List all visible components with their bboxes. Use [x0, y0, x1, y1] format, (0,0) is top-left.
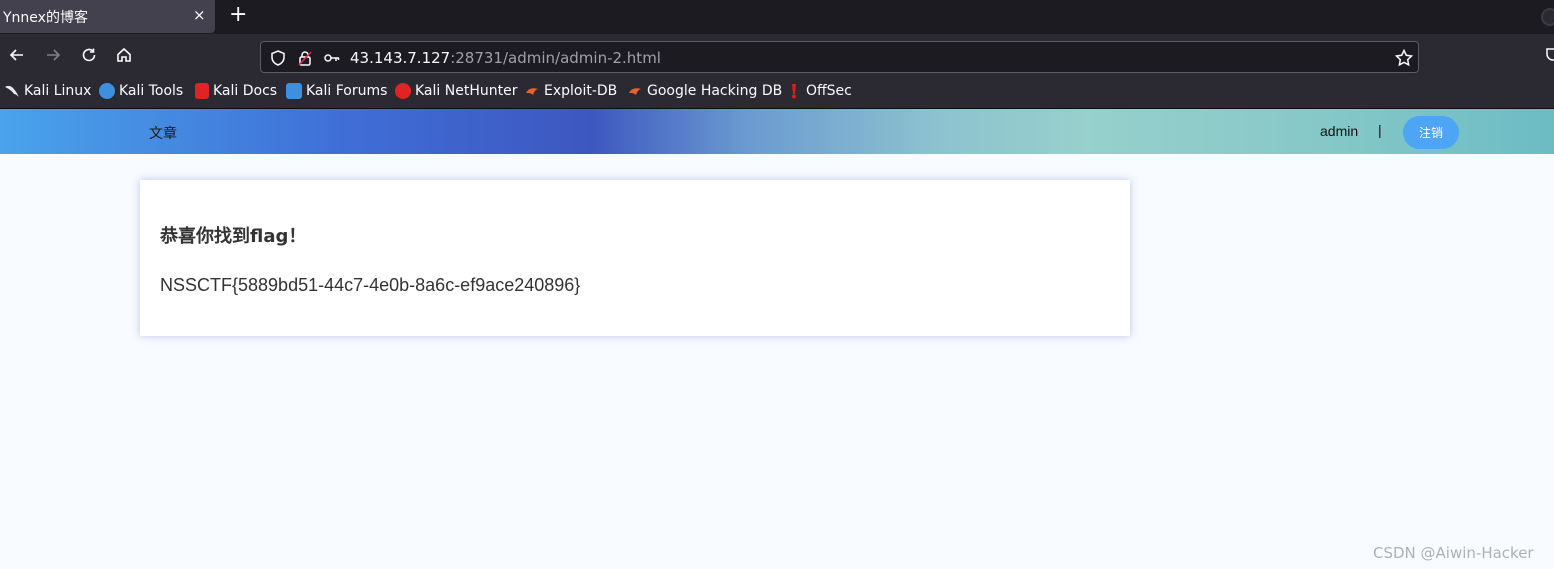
bookmark-star-icon[interactable]: [1394, 48, 1414, 68]
tab-title: Ynnex的博客: [3, 10, 88, 26]
insecure-lock-icon[interactable]: [296, 49, 314, 67]
shield-icon[interactable]: [269, 49, 287, 67]
bookmark-label: Kali Linux: [24, 83, 92, 99]
logout-button[interactable]: 注销: [1403, 116, 1459, 149]
site-header: 文章 admin | 注销: [0, 109, 1554, 154]
bookmark-label: Kali Docs: [213, 83, 278, 99]
key-icon[interactable]: [323, 49, 341, 67]
browser-tab[interactable]: Ynnex的博客 ×: [0, 0, 215, 33]
flag-card: 恭喜你找到flag！ NSSCTF{5889bd51-44c7-4e0b-8a6…: [140, 180, 1130, 336]
close-tab-icon[interactable]: ×: [193, 6, 206, 24]
navigation-bar: 43.143.7.127:28731/admin/admin-2.html: [0, 34, 1554, 76]
url-bar[interactable]: 43.143.7.127:28731/admin/admin-2.html: [260, 41, 1419, 73]
account-icon[interactable]: [1541, 8, 1554, 26]
exploit-db-icon: [524, 83, 540, 99]
kali-tools-icon: [99, 83, 115, 99]
header-divider: |: [1378, 122, 1382, 138]
new-tab-icon[interactable]: +: [229, 3, 247, 27]
bookmark-kali-linux[interactable]: Kali Linux: [4, 83, 91, 99]
back-icon[interactable]: [6, 44, 28, 66]
bookmark-kali-docs[interactable]: Kali Docs: [195, 83, 277, 99]
url-path: :28731/admin/admin-2.html: [450, 49, 661, 67]
reload-icon[interactable]: [78, 44, 100, 66]
bookmark-kali-forums[interactable]: Kali Forums: [286, 83, 387, 99]
home-icon[interactable]: [113, 44, 135, 66]
bookmark-label: Exploit-DB: [544, 83, 618, 99]
ghdb-icon: [627, 83, 643, 99]
kali-forums-icon: [286, 83, 302, 99]
bookmarks-bar: Kali Linux Kali Tools Kali Docs Kali For…: [0, 76, 1554, 109]
forward-icon[interactable]: [42, 44, 64, 66]
pocket-icon[interactable]: [1545, 46, 1554, 62]
bookmark-exploit-db[interactable]: Exploit-DB: [524, 83, 617, 99]
flag-text: NSSCTF{5889bd51-44c7-4e0b-8a6c-ef9ace240…: [160, 275, 581, 295]
bookmark-kali-tools[interactable]: Kali Tools: [99, 83, 183, 99]
kali-dragon-icon: [4, 83, 20, 99]
kali-nethunter-icon: [395, 83, 411, 99]
current-user: admin: [1320, 123, 1359, 139]
url-host: 43.143.7.127: [350, 49, 451, 67]
watermark: CSDN @Aiwin-Hacker: [1373, 544, 1534, 562]
bookmark-label: Kali Forums: [306, 83, 388, 99]
bookmark-label: Kali NetHunter: [415, 83, 518, 99]
card-title: 恭喜你找到flag！: [160, 226, 307, 247]
bookmark-label: Kali Tools: [119, 83, 184, 99]
bookmark-ghdb[interactable]: Google Hacking DB: [627, 83, 782, 99]
url-text[interactable]: 43.143.7.127:28731/admin/admin-2.html: [350, 49, 661, 67]
nav-article-link[interactable]: 文章: [149, 123, 177, 143]
bookmark-label: OffSec: [806, 83, 852, 99]
offsec-icon: [786, 83, 802, 99]
tab-bar: Ynnex的博客 × +: [0, 0, 1554, 34]
bookmark-label: Google Hacking DB: [647, 83, 783, 99]
bookmark-offsec[interactable]: OffSec: [786, 83, 852, 99]
bookmark-kali-nethunter[interactable]: Kali NetHunter: [395, 83, 517, 99]
kali-docs-icon: [195, 83, 209, 99]
